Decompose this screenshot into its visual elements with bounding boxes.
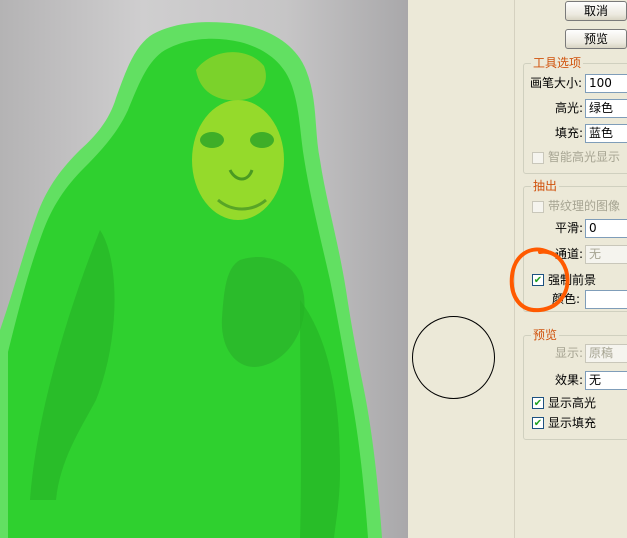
brush-size-label: 画笔大小: <box>530 76 583 90</box>
smart-highlight-label: 智能高光显示 <box>548 150 621 164</box>
show-highlight-checkbox[interactable] <box>532 397 544 409</box>
effect-label: 效果: <box>555 373 584 387</box>
smart-highlight-checkbox[interactable] <box>532 152 544 164</box>
cancel-button[interactable]: 取消 <box>565 1 627 21</box>
tool-options-title: 工具选项 <box>531 56 584 70</box>
fill-label: 填充: <box>555 126 584 140</box>
panel-divider <box>514 0 515 538</box>
channel-select[interactable]: 无 <box>585 245 627 264</box>
face-tint <box>192 100 284 220</box>
color-label: 颜色: <box>552 292 581 306</box>
foreground-color-swatch[interactable] <box>585 290 627 309</box>
preview-button[interactable]: 预览 <box>565 29 627 49</box>
show-select[interactable]: 原稿 <box>585 344 627 363</box>
show-fill-label: 显示填充 <box>548 416 597 430</box>
left-eye <box>200 132 224 148</box>
image-canvas[interactable] <box>0 0 408 538</box>
textured-image-label: 带纹理的图像 <box>548 199 621 213</box>
extract-title: 抽出 <box>531 179 560 193</box>
force-foreground-checkbox[interactable] <box>532 274 544 286</box>
fill-color-select[interactable]: 蓝色 <box>585 124 627 143</box>
force-foreground-label: 强制前景 <box>548 273 597 287</box>
highlight-color-select[interactable]: 绿色 <box>585 99 627 118</box>
show-highlight-label: 显示高光 <box>548 396 597 410</box>
channel-label: 通道: <box>555 247 584 261</box>
brush-cursor-circle <box>412 316 495 399</box>
smooth-label: 平滑: <box>555 221 584 235</box>
brush-size-field[interactable]: 100 <box>585 74 627 93</box>
show-fill-checkbox[interactable] <box>532 417 544 429</box>
preview-title: 预览 <box>531 328 560 342</box>
smooth-field[interactable]: 0 <box>585 219 627 238</box>
canvas-margin <box>408 0 515 538</box>
highlight-label: 高光: <box>555 101 584 115</box>
textured-image-checkbox[interactable] <box>532 201 544 213</box>
show-label: 显示: <box>555 346 584 360</box>
monkey-highlight-image <box>0 22 382 538</box>
right-eye <box>250 132 274 148</box>
effect-select[interactable]: 无 <box>585 371 627 390</box>
